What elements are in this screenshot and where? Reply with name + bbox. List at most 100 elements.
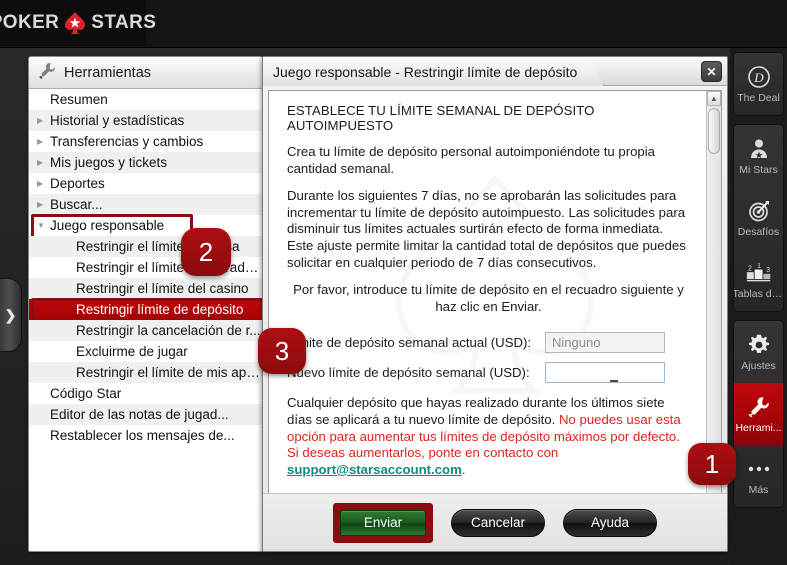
- dock-label: Mi Stars: [739, 165, 778, 176]
- tools-tree-item[interactable]: ▶ Buscar...: [29, 194, 262, 215]
- close-icon[interactable]: ✕: [701, 61, 722, 82]
- tools-tree-item[interactable]: Restringir el límite del casino: [29, 278, 262, 299]
- scrollbar-thumb[interactable]: [708, 108, 720, 154]
- svg-text:1: 1: [757, 263, 761, 270]
- callout-badge-1: 1: [688, 443, 736, 485]
- dock-label: Ajustes: [741, 361, 776, 372]
- tools-tree-item-label: Juego responsable: [50, 218, 165, 233]
- chevron-down-icon[interactable]: ▼: [37, 221, 50, 230]
- dock-item-mas[interactable]: Más: [734, 445, 783, 507]
- tools-tree-item[interactable]: Restringir la cancelación de r...: [29, 320, 262, 341]
- podium-icon: 2 1 3: [746, 260, 772, 286]
- caret-up-icon[interactable]: ▲: [707, 91, 721, 106]
- text-caret: [609, 379, 618, 382]
- chevron-right-icon[interactable]: ▶: [37, 200, 50, 209]
- dock-item-ajustes[interactable]: Ajustes: [734, 321, 783, 383]
- tools-tree-item[interactable]: Excluirme de jugar: [29, 341, 262, 362]
- dialog-scroll-content: ESTABLECE TU LÍMITE SEMANAL DE DEPÓSITO …: [269, 91, 706, 518]
- dock-item-mi-stars[interactable]: Mi Stars: [734, 125, 783, 187]
- dock-group-deal: D The Deal: [733, 52, 784, 116]
- current-limit-input[interactable]: [545, 331, 665, 353]
- tools-tree-item-label: Restringir la cancelación de r...: [76, 323, 261, 338]
- tools-tree-item-label: Restablecer los mensajes de...: [50, 428, 235, 443]
- gear-icon: [746, 332, 772, 358]
- ellipsis-icon: [746, 456, 772, 482]
- dock-label: Más: [748, 485, 769, 496]
- new-limit-input[interactable]: [545, 361, 665, 383]
- dock-item-desafios[interactable]: Desafíos: [734, 187, 783, 249]
- tools-tree-item-label: Mis juegos y tickets: [50, 155, 168, 170]
- dialog-footer: Enviar Cancelar Ayuda: [263, 493, 727, 551]
- tools-tree-item-label: Editor de las notas de jugad...: [50, 407, 229, 422]
- dock-group-main: Mi Stars Desafíos 2 1 3 Tablas de: [733, 124, 784, 312]
- tools-tree-item-label: Restringir el límite del casino: [76, 281, 249, 296]
- chevron-right-icon[interactable]: ▶: [37, 116, 50, 125]
- tools-tree-item[interactable]: ▶ Mis juegos y tickets: [29, 152, 262, 173]
- tools-tree-item[interactable]: ▶ Deportes: [29, 173, 262, 194]
- svg-text:2: 2: [747, 265, 751, 272]
- dialog-paragraph-1: Crea tu límite de depósito personal auto…: [287, 144, 656, 176]
- chevron-right-icon[interactable]: ▶: [37, 179, 50, 188]
- dock-label: Herrami...: [735, 423, 782, 434]
- dock-label: The Deal: [737, 93, 780, 104]
- new-limit-label: Nuevo límite de depósito semanal (USD):: [287, 364, 530, 380]
- pokerstars-logo: POKER STARS: [0, 0, 156, 46]
- dialog-body: ESTABLECE TU LÍMITE SEMANAL DE DEPÓSITO …: [268, 90, 722, 519]
- dialog-paragraph-2: Durante los siguientes 7 días, no se apr…: [287, 188, 686, 270]
- tools-tree-item[interactable]: Restringir límite de depósito: [29, 298, 262, 326]
- dialog-warning-paragraph: Cualquier depósito que hayas realizado d…: [287, 395, 690, 478]
- tools-tree-item[interactable]: ▶ Historial y estadísticas: [29, 110, 262, 131]
- dock-item-tablas[interactable]: 2 1 3 Tablas de clasifica...: [734, 249, 783, 311]
- warning-red-text-b: .: [461, 461, 466, 477]
- submit-button[interactable]: Enviar: [340, 509, 426, 536]
- right-dock: D The Deal Mi Stars Desafíos 2 1 3 Tabla…: [730, 48, 787, 565]
- svg-text:D: D: [753, 70, 764, 85]
- dock-group-settings: Ajustes Herrami... Más: [733, 320, 784, 508]
- sidebar-collapse-handle[interactable]: ❯: [0, 278, 22, 352]
- chevron-right-icon: ❯: [4, 307, 17, 323]
- callout-badge-3: 3: [258, 328, 306, 374]
- tools-tree-item[interactable]: Código Star: [29, 383, 262, 404]
- dock-item-the-deal[interactable]: D The Deal: [734, 53, 783, 115]
- tools-tree-item-label: Historial y estadísticas: [50, 113, 185, 128]
- chevron-right-icon[interactable]: ▶: [37, 137, 50, 146]
- tools-tree-item[interactable]: ▶ Transferencias y cambios: [29, 131, 262, 152]
- deal-d-icon: D: [746, 64, 772, 90]
- help-button[interactable]: Ayuda: [563, 508, 657, 537]
- dialog-titlebar: Juego responsable - Restringir límite de…: [263, 57, 727, 86]
- tools-tree-item-label: Excluirme de jugar: [76, 344, 188, 359]
- svg-text:3: 3: [766, 267, 770, 274]
- tools-panel-header: Herramientas: [29, 57, 262, 89]
- dock-item-herramientas[interactable]: Herrami...: [734, 383, 783, 445]
- dock-label: Tablas de clasifica...: [733, 289, 783, 300]
- dialog-paragraph-3: Por favor, introduce tu límite de depósi…: [293, 282, 684, 314]
- logo-text-stars: STARS: [91, 12, 157, 33]
- cancel-button[interactable]: Cancelar: [451, 508, 545, 537]
- submit-button-highlight: Enviar: [333, 502, 433, 543]
- tools-panel: Herramientas Resumen ▶ Historial y estadís…: [28, 56, 263, 552]
- pokerstars-client-window: POKER STARS ❯: [0, 0, 787, 565]
- support-email-link[interactable]: support@starsaccount.com: [287, 462, 462, 477]
- current-limit-row: Límite de depósito semanal actual (USD):: [287, 329, 690, 355]
- dock-label: Desafíos: [737, 227, 780, 238]
- responsible-gaming-dialog: Juego responsable - Restringir límite de…: [262, 56, 728, 552]
- tools-tree-item-label: Deportes: [50, 176, 105, 191]
- tools-icon: [38, 61, 57, 85]
- dialog-title: Juego responsable - Restringir límite de…: [263, 57, 604, 86]
- tools-tree-item[interactable]: Restringir el límite de mis apu...: [29, 362, 262, 383]
- tools-tree-item[interactable]: Resumen: [29, 89, 262, 110]
- tools-tree-item-label: Código Star: [50, 386, 122, 401]
- tools-icon: [746, 394, 772, 420]
- target-dart-icon: [746, 198, 772, 224]
- tools-tree-item[interactable]: Editor de las notas de jugad...: [29, 404, 262, 425]
- tools-tree-item-label: Restringir límite de depósito: [76, 302, 244, 317]
- deposit-limit-form: Límite de depósito semanal actual (USD):…: [287, 329, 690, 385]
- tools-tree-item-label: Restringir el límite de mis apu...: [76, 365, 262, 380]
- chevron-right-icon[interactable]: ▶: [37, 158, 50, 167]
- tools-tree-item-label: Buscar...: [50, 197, 103, 212]
- tools-panel-title: Herramientas: [64, 64, 152, 81]
- app-header-bar: POKER STARS: [0, 0, 787, 48]
- tools-tree-item-label: Transferencias y cambios: [50, 134, 204, 149]
- tools-tree-item[interactable]: Restablecer los mensajes de...: [29, 425, 262, 446]
- dialog-section-title: ESTABLECE TU LÍMITE SEMANAL DE DEPÓSITO …: [287, 103, 595, 133]
